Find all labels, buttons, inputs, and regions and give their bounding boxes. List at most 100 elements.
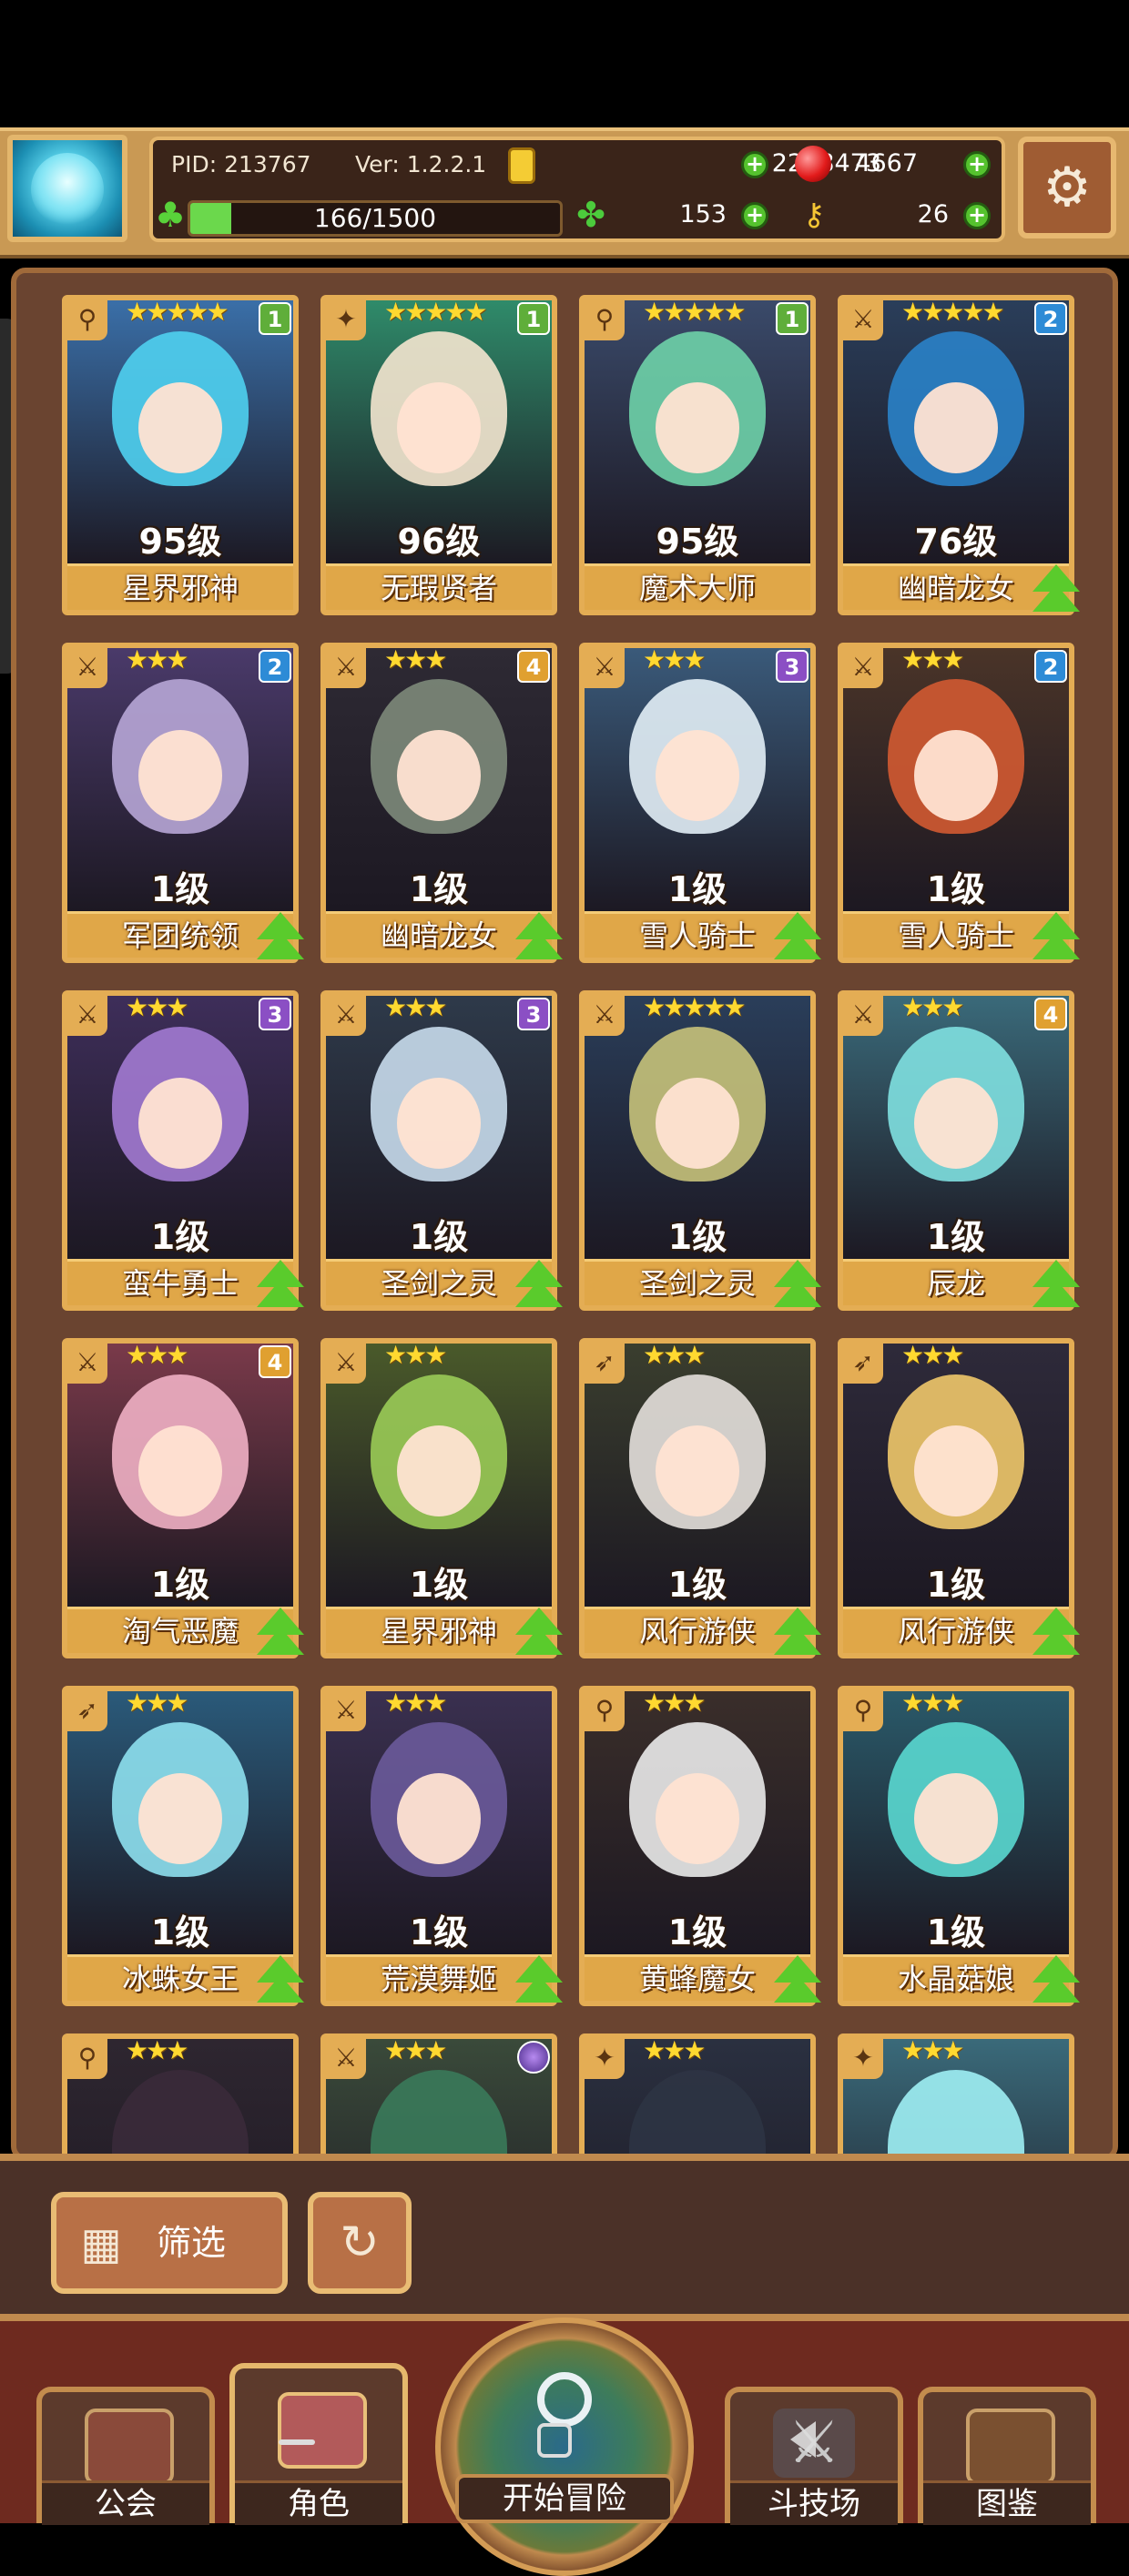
character-hair [112,2070,249,2155]
character-hair [371,2070,507,2155]
add-gem-button[interactable]: + [963,151,991,178]
character-level: 1级 [150,869,210,909]
character-face [656,730,739,821]
system-menu-icon[interactable] [279,2439,315,2445]
character-face [914,382,998,473]
nav-codex[interactable]: 图鉴 [918,2387,1096,2525]
character-face [138,1078,222,1169]
character-face [397,1078,481,1169]
system-home-icon[interactable] [537,2423,572,2458]
guild-house-icon [85,2409,174,2485]
character-level: 1级 [409,1565,469,1605]
character-card[interactable]: ⚲ ★★★★★ 1 95级 魔术大师 [579,295,816,615]
rank-badge: 2 [1034,302,1067,335]
player-avatar[interactable] [7,135,127,242]
character-face [138,1773,222,1864]
key-icon: ⚷ [802,197,826,233]
system-back-icon[interactable] [790,2421,816,2458]
nav-character[interactable]: 角色 [229,2363,408,2525]
character-face [914,1425,998,1516]
add-gold-button[interactable]: + [741,151,768,178]
character-level: 1级 [926,1565,986,1605]
upgrade-arrow-icon [1031,564,1082,617]
character-bear-icon [278,2392,367,2469]
star-rating: ★★★ [384,1340,447,1370]
sword-icon: ⚔ [326,648,366,688]
star-rating: ★★★ [643,644,706,674]
character-face [397,382,481,473]
star-rating: ★★★ [901,2035,964,2065]
character-card[interactable]: ✦ ★★★ [579,2033,816,2155]
upgrade-arrow-icon [255,912,306,965]
pid-label: PID: 213767 [171,151,311,177]
nav-adventure[interactable]: 开始冒险 [435,2317,694,2576]
codex-book-icon [966,2409,1055,2485]
rank-badge: 2 [259,650,291,683]
star-icon: ✦ [326,300,366,340]
star-rating: ★★★★★ [643,297,747,327]
resource-panel: PID: 213767 Ver: 1.2.2.1 2258473 + 4667 … [149,137,1005,242]
character-card[interactable]: ⚔ ★★★ [320,2033,557,2155]
character-hair [629,2070,766,2155]
star-rating: ★★★ [126,644,188,674]
star-rating: ★★★ [126,1688,188,1718]
rank-badge: 1 [776,302,809,335]
gold-amount: 2258473 [590,149,881,177]
staff-icon: ⚲ [843,1691,883,1731]
character-level: 1级 [409,1912,469,1952]
character-face [914,730,998,821]
character-card[interactable]: ✦ ★★★ [838,2033,1074,2155]
character-card[interactable]: ⚲ ★★★★★ 1 95级 星界邪神 [62,295,299,615]
character-level: 1级 [926,1217,986,1257]
star-rating: ★★★ [901,1688,964,1718]
red-gem-icon [795,146,831,182]
rank-badge: 3 [259,998,291,1030]
character-level: 1级 [926,1912,986,1952]
character-face [914,1773,998,1864]
upgrade-arrow-icon [772,1260,823,1313]
character-face [138,730,222,821]
sword-icon: ⚔ [326,1691,366,1731]
character-face [138,382,222,473]
star-icon: ✦ [585,2039,625,2079]
character-face [397,730,481,821]
star-rating: ★★★ [643,1688,706,1718]
character-face [656,1078,739,1169]
character-name: 无瑕贤者 [380,571,497,605]
staff-icon: ⚲ [585,300,625,340]
rank-badge: 4 [517,650,550,683]
character-level: 96级 [397,522,481,562]
sword-icon: ⚔ [67,1344,107,1384]
star-rating: ★★★★★ [126,297,229,327]
character-card[interactable]: ✦ ★★★★★ 1 96级 无瑕贤者 [320,295,557,615]
character-face [656,1425,739,1516]
staff-icon: ⚲ [67,300,107,340]
character-name: 魔术大师 [638,571,756,605]
filter-button[interactable]: ▦ 筛选 [51,2192,288,2294]
star-rating: ★★★ [384,644,447,674]
sword-icon: ⚔ [326,1344,366,1384]
filter-label: 筛选 [157,2223,227,2263]
character-card[interactable]: ⚲ ★★★ [62,2033,299,2155]
settings-button[interactable]: ⚙ [1018,137,1116,238]
nav-codex-label: 图鉴 [923,2480,1091,2525]
add-clover-button[interactable]: + [741,202,768,229]
character-board: ⚲ ★★★★★ 1 95级 星界邪神 ✦ ★★★★★ 1 96级 无瑕贤者 ⚲ ★★★★★ 1 95级 魔术… [11,268,1118,2161]
bow-icon: ➶ [67,1691,107,1731]
star-rating: ★★★ [384,992,447,1022]
star-rating: ★★★ [384,1688,447,1718]
refresh-button[interactable]: ↻ [308,2192,412,2294]
nav-guild[interactable]: 公会 [36,2387,215,2525]
upgrade-arrow-icon [1031,1260,1082,1313]
upgrade-arrow-icon [514,1260,564,1313]
version-label: Ver: 1.2.2.1 [355,151,487,177]
character-level: 1级 [667,1565,727,1605]
add-key-button[interactable]: + [963,202,991,229]
character-level: 76级 [914,522,998,562]
grid-icon: ▦ [80,2218,122,2269]
bottom-navigation: 公会 角色 开始冒险 ⚔ 斗技场 图鉴 [0,2317,1129,2576]
upgrade-arrow-icon [255,1955,306,2008]
upgrade-arrow-icon [514,1607,564,1660]
sword-icon: ⚔ [67,996,107,1036]
star-rating: ★★★ [901,1340,964,1370]
